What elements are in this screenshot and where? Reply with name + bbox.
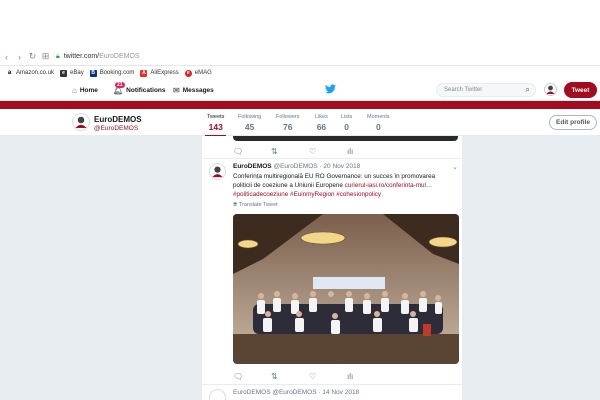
avatar[interactable]	[544, 83, 557, 96]
profile-name[interactable]: EuroDEMOS	[94, 115, 142, 124]
stat-tweets[interactable]: Tweets 143	[204, 114, 227, 137]
profile-banner	[0, 101, 600, 109]
profile-nav: EuroDEMOS @EuroDEMOS Tweets 143 Followin…	[0, 109, 600, 137]
reload-icon[interactable]: ↻	[26, 51, 39, 62]
stat-moments[interactable]: Moments 0	[367, 114, 390, 132]
bookmark-amazon[interactable]: a Amazon.co.uk	[6, 70, 54, 77]
profile-handle[interactable]: @EuroDEMOS	[94, 125, 138, 132]
tweet-photo[interactable]	[233, 214, 459, 364]
tweet-text: Conferința multiregională EU RO Governan…	[233, 173, 435, 198]
translate-tweet-link[interactable]: 🌐︎ Translate Tweet	[233, 202, 278, 209]
search-icon[interactable]: ⌕	[526, 85, 530, 95]
next-tweet-header[interactable]: EuroDEMOS @EuroDEMOS · 14 Nov 2018	[233, 389, 359, 396]
forward-icon[interactable]: ›	[13, 52, 26, 62]
apps-icon[interactable]: ⊞	[39, 51, 52, 62]
reply-icon[interactable]: 🗨︎	[233, 147, 271, 156]
ebay-icon: e	[60, 69, 68, 77]
tweet-actions: 🗨︎ ⇅ ♡ ılı	[233, 372, 385, 381]
back-icon[interactable]: ‹	[0, 52, 13, 62]
twitter-bird-icon[interactable]	[325, 84, 336, 96]
url-host[interactable]: twitter.com/	[64, 53, 99, 60]
reply-icon[interactable]: 🗨︎	[233, 372, 271, 381]
chevron-down-icon[interactable]: ⌄	[452, 163, 458, 171]
amazon-icon: a	[7, 69, 12, 76]
booking-icon: B	[89, 69, 97, 77]
bookmarks-bar: a Amazon.co.uk e eBay B Booking.com A AliExp…	[0, 66, 600, 80]
blank-area	[0, 0, 600, 48]
globe-icon: 🌐︎	[233, 202, 238, 208]
bell-icon: 🔔︎ 21	[113, 82, 125, 95]
url-path[interactable]: EuroDEMOS	[99, 53, 139, 60]
tweet-meta[interactable]: @EuroDEMOS · 20 Nov 2018	[273, 163, 360, 170]
divider	[202, 158, 462, 159]
tweet-hashtags[interactable]: #politicadecoeziune #EuinmyRegion #cohes…	[233, 191, 381, 198]
notifications-badge: 21	[115, 82, 125, 88]
tweet-header: EuroDEMOS @EuroDEMOS · 20 Nov 2018	[233, 163, 360, 170]
nav-notifications[interactable]: 🔔︎ 21 Notifications	[113, 82, 166, 95]
stat-lists[interactable]: Lists 0	[341, 114, 352, 132]
twitter-nav: ⌂ Home 🔔︎ 21 Notifications ✉ Messages Sea…	[0, 80, 600, 101]
search-input[interactable]: Search Twitter ⌕	[436, 83, 536, 97]
lock-icon: 🔒︎	[56, 52, 60, 60]
retweet-icon[interactable]: ⇅	[271, 147, 309, 156]
retweet-icon[interactable]: ⇅	[271, 372, 309, 381]
tweet-author[interactable]: EuroDEMOS	[233, 163, 272, 170]
emag-icon: e	[184, 69, 192, 77]
profile-avatar[interactable]	[72, 113, 90, 131]
bookmark-aliexpress[interactable]: A AliExpress	[140, 69, 179, 77]
timeline: 🗨︎ ⇅ ♡ ılı EuroDEMOS @EuroDEMOS · 20 Nov…	[201, 136, 463, 400]
tweet-avatar[interactable]	[209, 163, 226, 180]
browser-url-bar: ‹ › ↻ ⊞ 🔒︎ twitter.com/EuroDEMOS	[0, 48, 600, 66]
stat-following[interactable]: Following 45	[238, 114, 261, 132]
bookmark-ebay[interactable]: e eBay	[60, 69, 84, 77]
home-icon: ⌂	[72, 86, 77, 95]
tweet-button[interactable]: Tweet	[564, 82, 597, 98]
analytics-icon[interactable]: ılı	[347, 372, 385, 381]
nav-messages[interactable]: ✉ Messages	[173, 86, 214, 95]
previous-tweet-actions: 🗨︎ ⇅ ♡ ılı	[233, 147, 385, 156]
like-icon[interactable]: ♡	[309, 372, 347, 381]
previous-tweet-image[interactable]	[233, 136, 458, 141]
like-icon[interactable]: ♡	[309, 147, 347, 156]
stat-likes[interactable]: Likes 66	[315, 114, 328, 132]
envelope-icon: ✉	[173, 86, 180, 95]
divider	[202, 384, 462, 385]
stat-followers[interactable]: Followers 76	[276, 114, 300, 132]
bookmark-emag[interactable]: e eMAG	[184, 69, 212, 77]
analytics-icon[interactable]: ılı	[347, 147, 385, 156]
nav-home[interactable]: ⌂ Home	[72, 86, 98, 95]
aliexpress-icon: A	[140, 69, 148, 77]
tweet-link[interactable]: curierul-iasi.ro/conferinta-mul…	[345, 182, 432, 189]
bookmark-booking[interactable]: B Booking.com	[89, 69, 134, 77]
edit-profile-button[interactable]: Edit profile	[549, 115, 597, 130]
next-tweet-avatar[interactable]	[209, 389, 226, 400]
